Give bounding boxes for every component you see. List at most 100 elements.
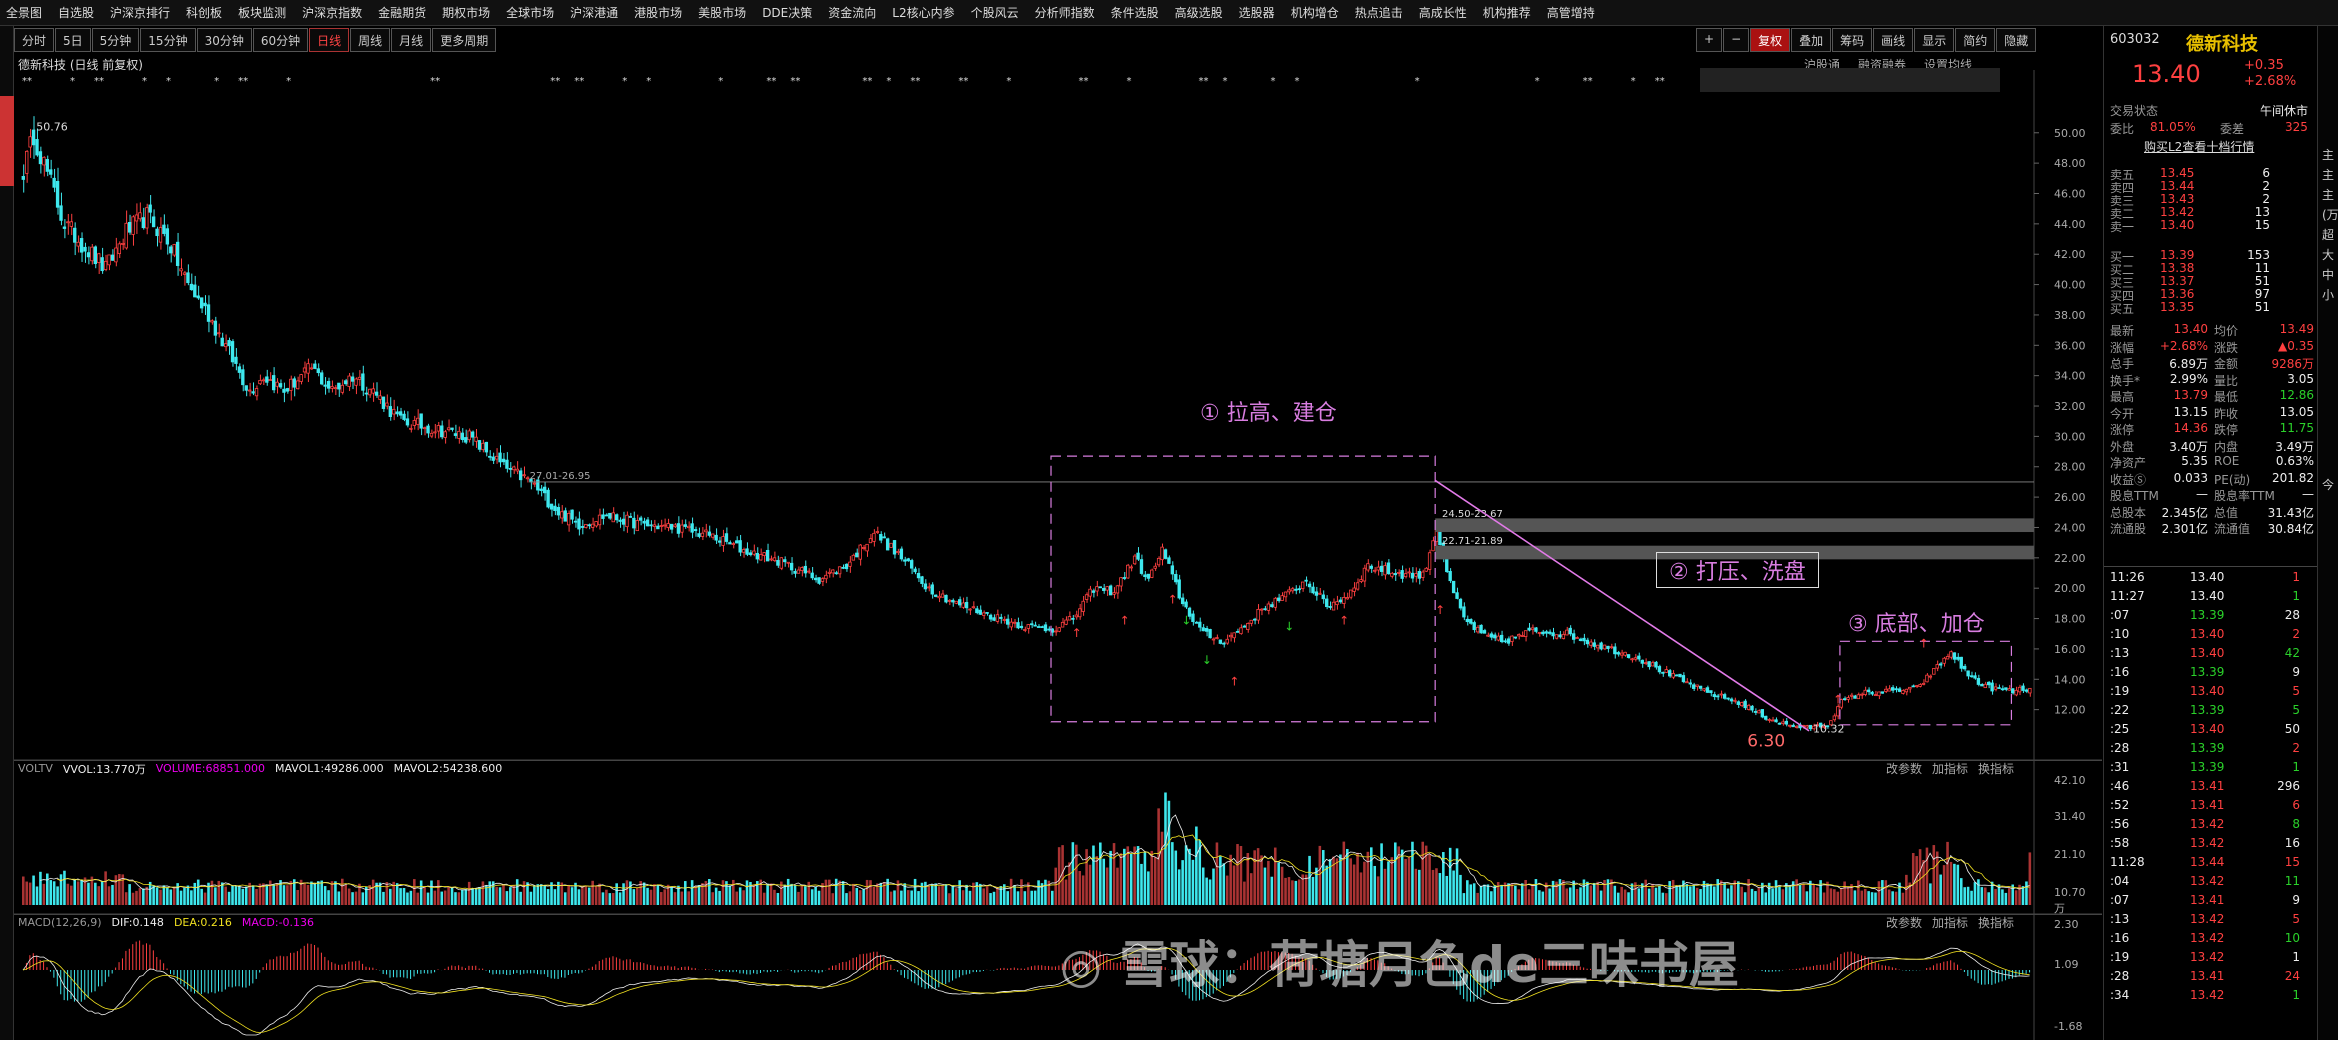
period-tab[interactable]: 日线 <box>309 28 350 52</box>
stat-label: 内盘 <box>2214 439 2239 454</box>
top-menu-item[interactable]: 科创板 <box>180 4 228 21</box>
volume-bar <box>1167 800 1171 905</box>
candle-body <box>158 227 163 243</box>
candle-body <box>512 466 516 471</box>
top-menu-item[interactable]: 沪深京指数 <box>296 4 368 21</box>
top-menu-item[interactable]: 高级选股 <box>1169 4 1229 21</box>
candle-body <box>1695 684 1699 687</box>
vol-add-indicator[interactable]: 加指标 <box>1932 760 1968 777</box>
top-menu-item[interactable]: 期权市场 <box>436 4 496 21</box>
side-tab-label[interactable]: 主 <box>2322 146 2334 163</box>
top-menu-item[interactable]: 高成长性 <box>1413 4 1473 21</box>
candle-body <box>827 571 832 574</box>
period-tab[interactable]: 30分钟 <box>196 28 252 52</box>
top-menu-item[interactable]: DDE决策 <box>756 4 818 21</box>
volume-bar <box>1520 883 1524 905</box>
candle-body <box>1390 572 1394 577</box>
vol-change-params[interactable]: 改参数 <box>1886 760 1922 777</box>
volume-bar <box>203 892 207 905</box>
side-tab-label[interactable]: 中 <box>2322 266 2334 283</box>
volume-bar <box>1356 852 1359 905</box>
top-menu-item[interactable]: 热点追击 <box>1349 4 1409 21</box>
quote-row: 最新 13.40 均价 13.49 <box>2110 322 2314 338</box>
stat-value: 6.89万 <box>2169 357 2208 371</box>
macd-change-params[interactable]: 改参数 <box>1886 914 1922 931</box>
period-tab[interactable]: 60分钟 <box>252 28 309 52</box>
candle-body <box>683 524 687 527</box>
period-tab[interactable]: 更多周期 <box>432 28 497 52</box>
top-menu-item[interactable]: 板块监测 <box>232 4 292 21</box>
candle-body <box>1366 563 1370 571</box>
volume-bar <box>985 886 989 905</box>
candle-body <box>1486 634 1490 637</box>
top-menu-item[interactable]: 全球市场 <box>500 4 560 21</box>
volume-bar <box>1208 879 1212 905</box>
period-tab[interactable]: 5分钟 <box>91 28 140 52</box>
chart-tool-button[interactable]: + <box>1696 28 1723 52</box>
candle-body <box>584 524 588 528</box>
top-menu-item[interactable]: 机构增仓 <box>1285 4 1345 21</box>
top-menu-item[interactable]: 高管增持 <box>1541 4 1601 21</box>
candle-body <box>1541 631 1545 635</box>
top-menu-item[interactable]: L2核心内参 <box>886 4 960 21</box>
top-menu-item[interactable]: 分析师指数 <box>1029 4 1101 21</box>
top-menu-item[interactable]: 沪深京排行 <box>104 4 176 21</box>
macd-add-indicator[interactable]: 加指标 <box>1932 914 1968 931</box>
top-menu-item[interactable]: 全景图 <box>0 4 48 21</box>
side-tab-label[interactable]: 主 <box>2322 186 2334 203</box>
top-menu-item[interactable]: 美股市场 <box>692 4 752 21</box>
top-menu-item[interactable]: 个股风云 <box>965 4 1025 21</box>
side-tab-label[interactable]: 大 <box>2322 246 2334 263</box>
period-tab[interactable]: 15分钟 <box>140 28 196 52</box>
candle-body <box>1842 698 1847 701</box>
volume-bar <box>440 891 444 905</box>
candle-body <box>1678 673 1682 678</box>
top-menu-item[interactable]: 选股器 <box>1233 4 1281 21</box>
top-menu-item[interactable]: 沪深港通 <box>564 4 624 21</box>
side-tab-label[interactable]: 小 <box>2322 286 2334 303</box>
top-menu-item[interactable]: 港股市场 <box>628 4 688 21</box>
period-tab[interactable]: 周线 <box>350 28 391 52</box>
volume-bar <box>1030 890 1034 905</box>
side-tab-label[interactable]: 主 <box>2322 166 2334 183</box>
period-tab[interactable]: 月线 <box>391 28 432 52</box>
chart-tool-button[interactable]: − <box>1723 28 1750 52</box>
candle-body <box>79 238 84 253</box>
side-tab-label[interactable]: 超 <box>2322 226 2334 243</box>
status-value: 午间休市 <box>2260 104 2309 118</box>
side-tab-label[interactable]: 今 <box>2322 476 2334 493</box>
chart-tool-button[interactable]: 简约 <box>1955 28 1996 52</box>
top-menu-item[interactable]: 机构推荐 <box>1477 4 1537 21</box>
macd-dif: DIF:0.148 <box>111 916 164 929</box>
chart-tool-button[interactable]: 隐藏 <box>1996 28 2037 52</box>
macd-switch-indicator[interactable]: 换指标 <box>1978 914 2014 931</box>
side-tab-label[interactable]: (万 <box>2322 206 2338 223</box>
top-menu-item[interactable]: 资金流向 <box>822 4 882 21</box>
chart-tool-button[interactable]: 画线 <box>1873 28 1914 52</box>
candle-body <box>55 180 60 208</box>
period-tab[interactable]: 分时 <box>14 28 55 52</box>
vol-switch-indicator[interactable]: 换指标 <box>1978 760 2014 777</box>
volume-bar <box>937 886 941 905</box>
candle-body <box>251 391 255 394</box>
top-menu-item[interactable]: 条件选股 <box>1105 4 1165 21</box>
candle-body <box>1674 674 1679 677</box>
chart-tool-button[interactable]: 复权 <box>1750 28 1791 52</box>
volume-bar <box>587 887 591 905</box>
volume-bar <box>1966 886 1970 905</box>
volume-bar <box>155 887 159 905</box>
vol-mavol2: MAVOL2:54238.600 <box>393 762 503 775</box>
left-active-tab[interactable] <box>0 96 14 186</box>
top-menu-item[interactable]: 金融期货 <box>372 4 432 21</box>
chart-tool-button[interactable]: 筹码 <box>1832 28 1873 52</box>
chart-tool-button[interactable]: 显示 <box>1914 28 1955 52</box>
chart-tool-button[interactable]: 叠加 <box>1791 28 1832 52</box>
volume-bar <box>1846 886 1850 905</box>
volume-bar <box>35 886 39 905</box>
candle-body <box>405 418 410 426</box>
period-tab[interactable]: 5日 <box>55 28 91 52</box>
top-menu-item[interactable]: 自选股 <box>52 4 100 21</box>
volume-bar <box>28 882 32 905</box>
volume-bar <box>272 884 275 905</box>
l2-link[interactable]: 购买L2查看十档行情 <box>2144 138 2338 154</box>
